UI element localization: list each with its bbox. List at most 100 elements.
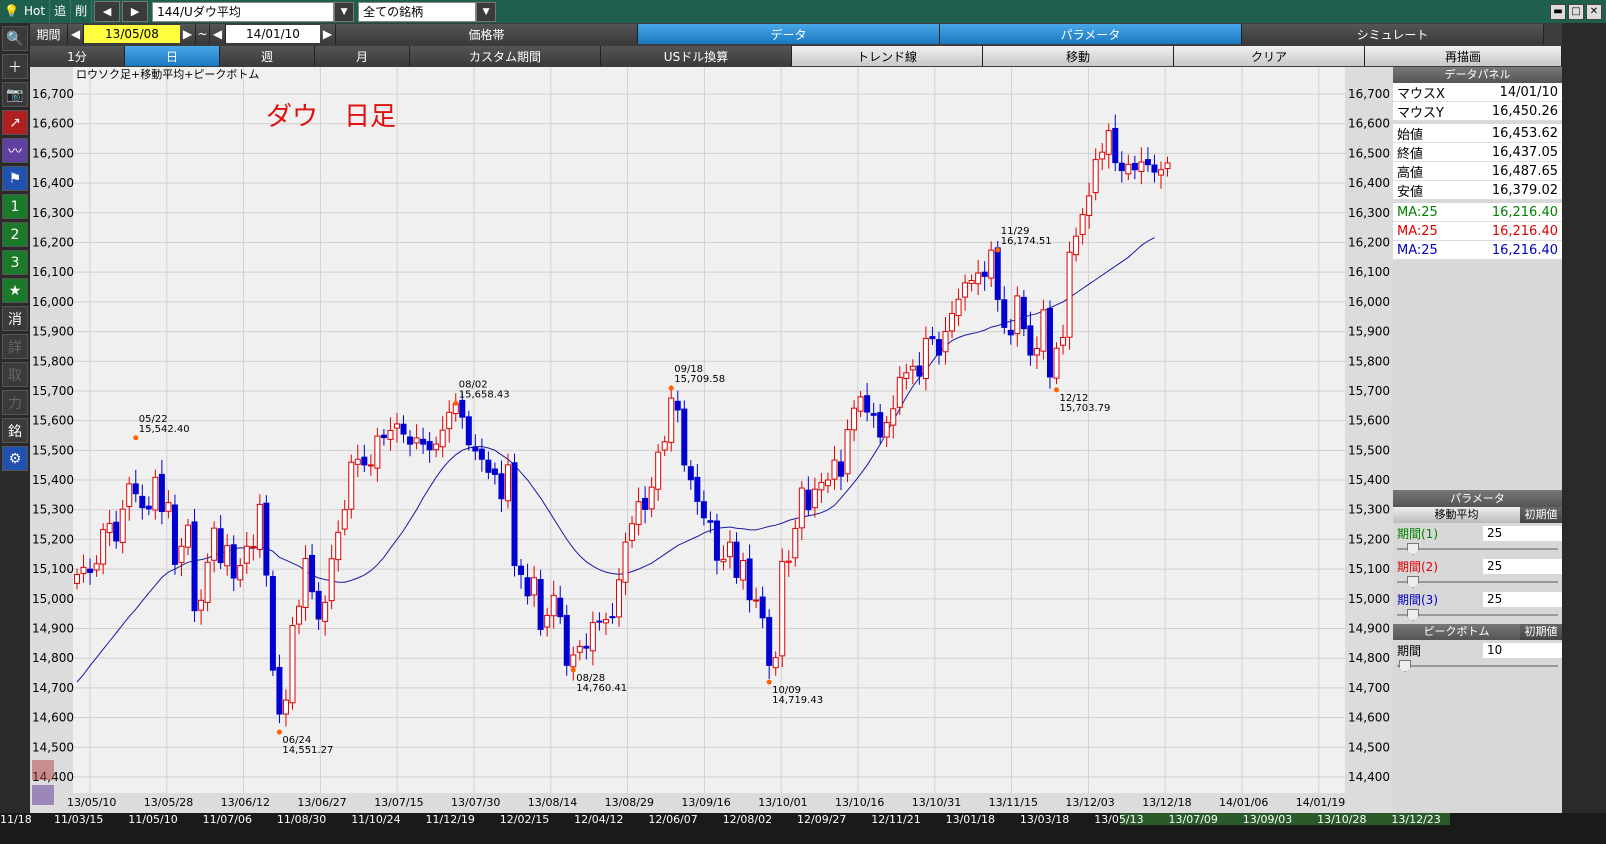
period1-input[interactable]: 25 <box>1483 525 1562 541</box>
row-value: 16,216.40 <box>1491 223 1558 239</box>
camera-icon[interactable]: 📷 <box>2 82 28 107</box>
next-symbol-button[interactable]: ▶ <box>122 1 149 22</box>
candle-body <box>909 365 916 371</box>
pb-period-slider[interactable] <box>1397 659 1558 673</box>
period3-input[interactable]: 25 <box>1483 591 1562 607</box>
y-tick-label-left: 14,600 <box>32 711 74 725</box>
tab-daily[interactable]: 日 <box>125 46 220 66</box>
candle-body <box>426 440 433 451</box>
candle-body <box>465 416 472 446</box>
open-row: 始値 16,453.62 <box>1393 124 1562 143</box>
start-next-icon[interactable]: ▶ <box>180 24 196 44</box>
candlestick-chart[interactable]: 05/2215,542.4006/2414,551.2708/0215,658.… <box>30 67 1393 813</box>
gear-icon[interactable]: ⚙ <box>2 446 28 471</box>
input-button[interactable]: 力 <box>2 390 28 415</box>
trend-chart-icon[interactable]: ↗ <box>2 110 28 135</box>
stock-button[interactable]: 銘 <box>2 418 28 443</box>
candle-body <box>407 436 414 445</box>
pb-period-input[interactable]: 10 <box>1483 642 1562 658</box>
chart-area[interactable]: 05/22 15,542.40 06/24 14,551.27 08/02 15,658.… <box>30 67 1393 813</box>
candle-body <box>1105 130 1112 155</box>
period2-input[interactable]: 25 <box>1483 558 1562 574</box>
period1-slider[interactable] <box>1397 542 1558 556</box>
y-tick-label-right: 16,500 <box>1348 146 1390 160</box>
close-button[interactable]: ✕ <box>1586 3 1602 20</box>
candle-body <box>988 249 995 279</box>
maximize-button[interactable]: □ <box>1568 3 1584 20</box>
universe-field[interactable]: 全ての銘柄 <box>358 1 477 22</box>
candle-body <box>126 483 133 507</box>
candle-body <box>420 438 427 445</box>
timeline-label: 12/08/02 <box>722 813 773 826</box>
pb-reset-button[interactable]: 初期値 <box>1520 624 1562 640</box>
timeline-scrollbar[interactable]: 11/18 11/03/15 11/05/10 11/07/06 11/08/30 11/… <box>0 813 1606 844</box>
peak-marker <box>995 247 1001 253</box>
slider-thumb[interactable] <box>1407 576 1419 588</box>
ma-reset-button[interactable]: 初期値 <box>1520 507 1562 523</box>
candle-body <box>733 541 740 578</box>
end-prev-icon[interactable]: ◀ <box>210 24 226 44</box>
erase-button[interactable]: 消 <box>2 306 28 331</box>
line-chart-icon[interactable]: 〰 <box>2 138 28 163</box>
tab-price-band[interactable]: 価格帯 <box>336 24 638 44</box>
tab-1min[interactable]: 1分 <box>30 46 125 66</box>
data-panel: データパネル マウスX 14/01/10 マウスY 16,450.26 始値 16,4… <box>1393 67 1562 490</box>
candle-body <box>857 396 864 412</box>
crosshair-icon[interactable]: ＋ <box>2 54 28 79</box>
x-tick-label: 13/12/03 <box>1065 796 1114 809</box>
x-tick-label: 13/07/30 <box>451 796 500 809</box>
candle-body <box>485 459 492 473</box>
period3-label: 期間(3) <box>1397 592 1438 607</box>
ma-section-header: 移動平均 初期値 <box>1393 507 1562 523</box>
candle-body <box>896 376 903 408</box>
start-prev-icon[interactable]: ◀ <box>68 24 84 44</box>
prev-symbol-button[interactable]: ◀ <box>94 1 121 22</box>
tab-trendline[interactable]: トレンド線 <box>792 46 983 66</box>
slider-thumb[interactable] <box>1407 543 1419 555</box>
tab-usd-convert[interactable]: USドル換算 <box>601 46 792 66</box>
search-icon[interactable]: 🔍 <box>2 26 28 51</box>
delete-button[interactable]: 削 <box>71 0 93 23</box>
mini-chart-icon[interactable] <box>32 760 54 780</box>
hot-button[interactable]: Hot <box>20 0 51 23</box>
preset-3-button[interactable]: 3 <box>2 250 28 275</box>
tab-data[interactable]: データ <box>638 24 940 44</box>
tab-simulate[interactable]: シミュレート <box>1242 24 1544 44</box>
tab-monthly[interactable]: 月 <box>315 46 410 66</box>
start-date-field[interactable]: 13/05/08 <box>84 25 180 43</box>
preset-1-button[interactable]: 1 <box>2 194 28 219</box>
slider-thumb[interactable] <box>1399 660 1411 672</box>
candle-body <box>504 464 511 502</box>
period2-slider[interactable] <box>1397 575 1558 589</box>
minimize-button[interactable]: ▬ <box>1550 3 1566 20</box>
tab-weekly[interactable]: 週 <box>220 46 315 66</box>
tab-custom-period[interactable]: カスタム期間 <box>410 46 601 66</box>
move-button[interactable]: 移動 <box>983 46 1174 66</box>
end-date-field[interactable]: 14/01/10 <box>226 25 320 43</box>
candle-body <box>962 282 969 298</box>
clear-button[interactable]: クリア <box>1174 46 1365 66</box>
bulb-icon[interactable]: 💡 <box>0 0 20 23</box>
preset-2-button[interactable]: 2 <box>2 222 28 247</box>
x-tick-label: 13/12/18 <box>1142 796 1191 809</box>
candle-body <box>113 521 120 542</box>
mini-line-icon[interactable] <box>32 785 54 805</box>
tab-parameters[interactable]: パラメータ <box>940 24 1242 44</box>
symbol-field[interactable]: 144/Uダウ平均 <box>152 1 335 22</box>
star-icon[interactable]: ★ <box>2 278 28 303</box>
peak-bottom-section-header: ピークボトム 初期値 <box>1393 624 1562 640</box>
fetch-button[interactable]: 取 <box>2 362 28 387</box>
detail-button[interactable]: 詳 <box>2 334 28 359</box>
flag-icon[interactable]: ⚑ <box>2 166 28 191</box>
period3-slider[interactable] <box>1397 608 1558 622</box>
candle-body <box>916 365 923 377</box>
slider-thumb[interactable] <box>1407 609 1419 621</box>
redraw-button[interactable]: 再描画 <box>1365 46 1562 66</box>
end-next-icon[interactable]: ▶ <box>320 24 336 44</box>
candle-body <box>250 546 257 549</box>
candle-body <box>994 247 1001 300</box>
universe-dropdown-icon[interactable]: ▼ <box>476 1 497 22</box>
mouse-y-row: マウスY 16,450.26 <box>1393 102 1562 121</box>
symbol-dropdown-icon[interactable]: ▼ <box>334 1 355 22</box>
add-button[interactable]: 追 <box>50 0 72 23</box>
